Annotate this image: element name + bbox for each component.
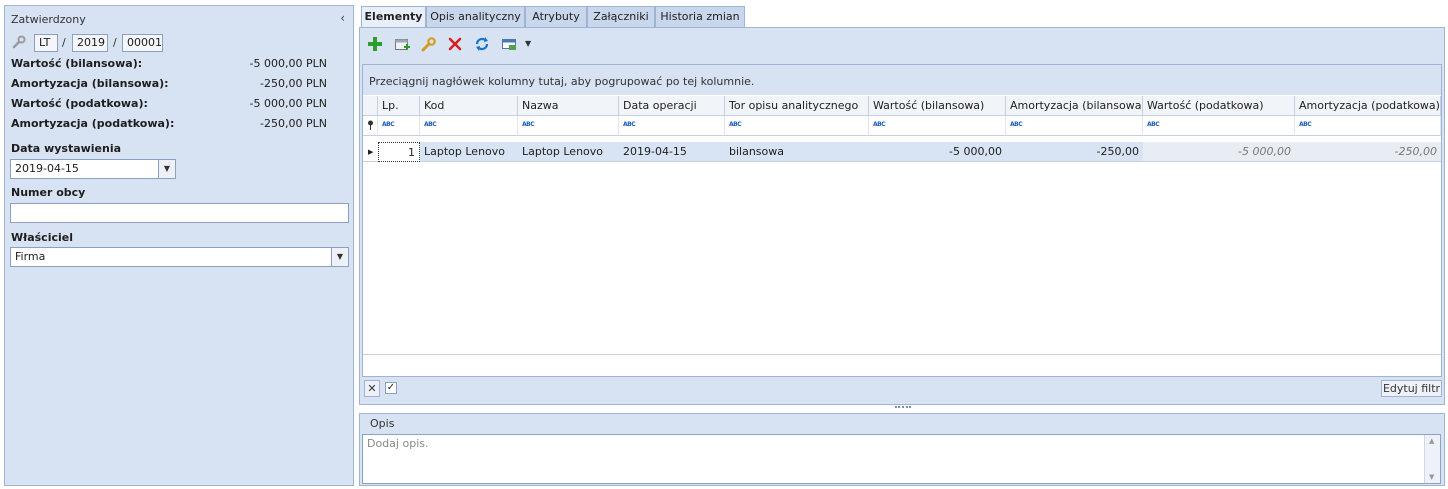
column-header-wartosc-bilansowa[interactable]: Wartość (bilansowa) xyxy=(869,96,1006,116)
delete-icon[interactable] xyxy=(446,35,464,53)
document-series-field[interactable]: LT xyxy=(34,34,58,52)
issue-date-label: Data wystawienia xyxy=(11,142,122,155)
abc-filter-icon: ABC xyxy=(873,121,886,128)
column-header-lp[interactable]: Lp. xyxy=(378,96,420,116)
cell-tor-opisu[interactable]: bilansowa xyxy=(725,142,869,162)
abc-filter-icon: ABC xyxy=(424,121,437,128)
filter-cell-lp[interactable]: ABC xyxy=(378,116,420,136)
elements-grid: Przeciągnij nagłówek kolumny tutaj, aby … xyxy=(362,64,1442,377)
filter-cell-amortyzacja-bilansowa[interactable]: ABC xyxy=(1006,116,1143,136)
document-header-panel: Zatwierdzony ‹ LT / 2019 / 00001 Wartość… xyxy=(4,5,354,486)
scrollbar[interactable]: ▲ ▼ xyxy=(1424,435,1440,483)
filter-enabled-checkbox[interactable]: ✓ xyxy=(385,382,397,394)
depreciation-tax-value: -250,00 PLN xyxy=(260,117,327,130)
cell-data-operacji[interactable]: 2019-04-15 xyxy=(619,142,725,162)
value-tax-label: Wartość (podatkowa): xyxy=(11,97,148,110)
column-header-wartosc-podatkowa[interactable]: Wartość (podatkowa) xyxy=(1143,96,1295,116)
separator: / xyxy=(62,36,66,49)
filter-cell-amortyzacja-podatkowa[interactable]: ABC xyxy=(1295,116,1441,136)
row-indicator-header xyxy=(363,96,378,116)
row-pointer-icon: ▶ xyxy=(368,148,374,156)
cell-nazwa[interactable]: Laptop Lenovo xyxy=(518,142,619,162)
description-label: Opis xyxy=(370,417,395,430)
column-header-data-operacji[interactable]: Data operacji xyxy=(619,96,725,116)
abc-filter-icon: ABC xyxy=(623,121,636,128)
abc-filter-icon: ABC xyxy=(1147,121,1160,128)
collapse-panel-icon[interactable]: ‹ xyxy=(340,11,345,25)
abc-filter-icon: ABC xyxy=(1010,121,1023,128)
add-from-list-icon[interactable] xyxy=(393,35,411,53)
owner-value: Firma xyxy=(15,250,46,263)
group-by-area[interactable]: Przeciągnij nagłówek kolumny tutaj, aby … xyxy=(363,65,1441,95)
abc-filter-icon: ABC xyxy=(729,121,742,128)
depreciation-balance-value: -250,00 PLN xyxy=(260,77,327,90)
tab-atrybuty[interactable]: Atrybuty xyxy=(525,6,587,27)
column-header-kod[interactable]: Kod xyxy=(420,96,518,116)
chevron-down-icon[interactable]: ▼ xyxy=(331,248,348,266)
owner-select[interactable]: Firma ▼ xyxy=(10,247,349,267)
cell-amortyzacja-podatkowa[interactable]: -250,00 xyxy=(1295,142,1441,162)
document-number-field[interactable]: 00001 xyxy=(122,34,163,52)
tab-zalaczniki[interactable]: Załączniki xyxy=(587,6,655,27)
tab-historia-zmian[interactable]: Historia zmian xyxy=(655,6,745,27)
separator: / xyxy=(113,36,117,49)
clear-filter-icon[interactable]: ✕ xyxy=(364,380,380,397)
owner-label: Właściciel xyxy=(11,231,73,244)
column-header-amortyzacja-bilansowa[interactable]: Amortyzacja (bilansowa) xyxy=(1006,96,1143,116)
filter-cell-nazwa[interactable]: ABC xyxy=(518,116,619,136)
cell-wartosc-podatkowa[interactable]: -5 000,00 xyxy=(1143,142,1295,162)
value-balance-label: Wartość (bilansowa): xyxy=(11,57,143,70)
scroll-down-icon[interactable]: ▼ xyxy=(1429,473,1434,481)
value-tax-value: -5 000,00 PLN xyxy=(249,97,327,110)
add-icon[interactable] xyxy=(366,35,384,53)
document-status: Zatwierdzony xyxy=(11,13,86,26)
issue-date-field[interactable]: 2019-04-15 ▼ xyxy=(10,159,176,179)
splitter-handle[interactable] xyxy=(895,406,911,411)
filter-row-indicator xyxy=(363,116,378,136)
filter-pin-icon xyxy=(367,120,374,133)
value-balance-value: -5 000,00 PLN xyxy=(249,57,327,70)
column-header-amortyzacja-podatkowa[interactable]: Amortyzacja (podatkowa) xyxy=(1295,96,1441,116)
abc-filter-icon: ABC xyxy=(382,121,395,128)
depreciation-tax-label: Amortyzacja (podatkowa): xyxy=(11,117,175,130)
depreciation-balance-label: Amortyzacja (bilansowa): xyxy=(11,77,169,90)
filter-cell-data-operacji[interactable]: ABC xyxy=(619,116,725,136)
abc-filter-icon: ABC xyxy=(1299,121,1312,128)
wrench-icon[interactable] xyxy=(12,35,26,52)
group-hint: Przeciągnij nagłówek kolumny tutaj, aby … xyxy=(369,75,755,88)
filter-cell-kod[interactable]: ABC xyxy=(420,116,518,136)
issue-date-value: 2019-04-15 xyxy=(15,162,79,175)
cell-wartosc-bilansowa[interactable]: -5 000,00 xyxy=(869,142,1006,162)
foreign-number-input[interactable] xyxy=(10,203,349,223)
cell-amortyzacja-bilansowa[interactable]: -250,00 xyxy=(1006,142,1143,162)
chevron-down-icon[interactable]: ▼ xyxy=(158,160,175,178)
description-textarea[interactable]: Dodaj opis. ▲ ▼ xyxy=(362,434,1441,484)
edit-wrench-icon[interactable] xyxy=(420,35,438,53)
cell-lp[interactable]: 1 xyxy=(378,142,420,162)
column-header-tor-opisu[interactable]: Tor opisu analitycznego xyxy=(725,96,869,116)
scroll-up-icon[interactable]: ▲ xyxy=(1429,437,1434,445)
chevron-down-icon[interactable]: ▼ xyxy=(525,39,531,48)
column-header-nazwa[interactable]: Nazwa xyxy=(518,96,619,116)
edit-filter-button[interactable]: Edytuj filtr xyxy=(1381,380,1442,397)
grid-divider xyxy=(363,354,1441,355)
tab-elementy[interactable]: Elementy xyxy=(361,6,426,28)
cell-kod[interactable]: Laptop Lenovo xyxy=(420,142,518,162)
refresh-icon[interactable] xyxy=(473,35,491,53)
description-panel: Opis Dodaj opis. ▲ ▼ xyxy=(359,413,1445,486)
document-year-field[interactable]: 2019 xyxy=(72,34,108,52)
tab-opis-analityczny[interactable]: Opis analityczny xyxy=(426,6,525,27)
table-row-indicator[interactable]: ▶ xyxy=(363,142,378,162)
elements-panel: ▼ Przeciągnij nagłówek kolumny tutaj, ab… xyxy=(359,27,1445,405)
foreign-number-label: Numer obcy xyxy=(11,186,86,199)
description-placeholder: Dodaj opis. xyxy=(367,437,429,450)
filter-cell-wartosc-podatkowa[interactable]: ABC xyxy=(1143,116,1295,136)
filter-cell-tor-opisu[interactable]: ABC xyxy=(725,116,869,136)
filter-cell-wartosc-bilansowa[interactable]: ABC xyxy=(869,116,1006,136)
export-icon[interactable] xyxy=(500,35,518,53)
abc-filter-icon: ABC xyxy=(522,121,535,128)
